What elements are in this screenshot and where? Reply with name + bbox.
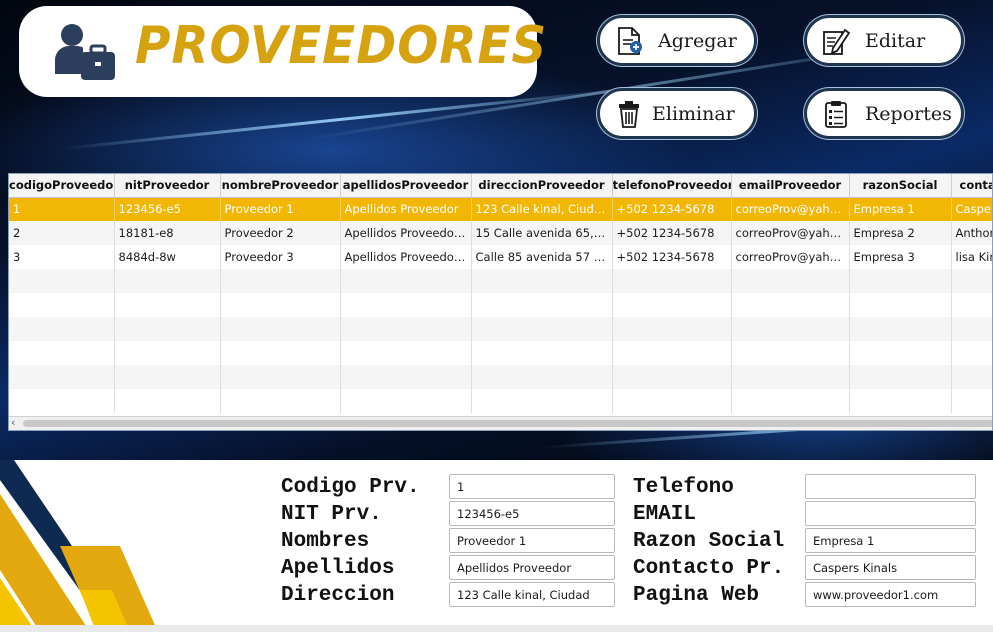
table-cell: +502 1234-5678 — [612, 221, 732, 245]
supplier-person-icon — [55, 24, 115, 80]
label-telefono: Telefono — [633, 476, 734, 499]
scroll-left-icon[interactable]: ‹ — [11, 416, 15, 429]
apellidos-field[interactable] — [449, 555, 615, 580]
table-row[interactable]: 3 8484d-8w Proveedor 3 Apellidos Proveed… — [9, 245, 992, 269]
column-header[interactable]: nombreProveedor — [220, 174, 341, 198]
edit-button[interactable]: Editar — [804, 15, 964, 66]
column-header[interactable]: apellidosProveedor — [340, 174, 472, 198]
table-cell: Calle 85 avenida 57 kinal — [471, 245, 613, 269]
table-cell: Apellidos Proveedor 1 — [340, 221, 472, 245]
table-cell: correoProv@yahoo.com — [731, 245, 850, 269]
empty-row — [9, 341, 992, 365]
column-header[interactable]: telefonoProveedor — [612, 174, 732, 198]
codigo-field[interactable] — [449, 474, 615, 499]
table-cell: 123 Calle kinal, Ciudad — [471, 197, 613, 221]
title-card: PROVEEDORES — [19, 6, 546, 97]
trash-icon — [619, 100, 639, 128]
suppliers-table[interactable]: codigoProveedor nitProveedor nombreProve… — [8, 173, 993, 431]
label-email: EMAIL — [633, 503, 697, 526]
label-razon-social: Razon Social — [633, 530, 785, 553]
edit-pencil-icon — [823, 28, 851, 55]
label-nit: NIT Prv. — [281, 503, 382, 526]
clipboard-report-icon — [825, 100, 847, 128]
table-row[interactable]: 2 18181-e8 Proveedor 2 Apellidos Proveed… — [9, 221, 992, 245]
table-cell: Empresa 3 — [849, 245, 952, 269]
label-nombres: Nombres — [281, 530, 370, 553]
table-cell: 123456-e5 — [114, 197, 221, 221]
nit-field[interactable] — [449, 501, 615, 526]
pagina-web-field[interactable] — [805, 582, 976, 607]
table-cell: 1 — [9, 197, 115, 221]
table-cell: 8484d-8w — [114, 245, 221, 269]
scrollbar-thumb[interactable] — [23, 420, 992, 427]
label-direccion: Direccion — [281, 584, 395, 607]
horizontal-scrollbar[interactable]: ‹ — [9, 416, 992, 430]
add-button[interactable]: Agregar — [597, 15, 757, 66]
reports-button[interactable]: Reportes — [804, 88, 964, 139]
label-codigo: Codigo Prv. — [281, 476, 420, 499]
email-field[interactable] — [805, 501, 976, 526]
label-contacto: Contacto Pr. — [633, 557, 785, 580]
page-title: PROVEEDORES — [135, 16, 548, 76]
telefono-field[interactable] — [805, 474, 976, 499]
direccion-field[interactable] — [449, 582, 615, 607]
edit-button-label: Editar — [865, 29, 926, 52]
delete-button-label: Eliminar — [652, 102, 735, 125]
razon-social-field[interactable] — [805, 528, 976, 553]
delete-button[interactable]: Eliminar — [597, 88, 757, 139]
table-cell: Proveedor 2 — [220, 221, 341, 245]
column-header[interactable]: emailProveedor — [731, 174, 850, 198]
label-pagina-web: Pagina Web — [633, 584, 760, 607]
bottom-strip — [0, 625, 993, 632]
table-cell: Empresa 2 — [849, 221, 952, 245]
column-header[interactable]: razonSocial — [849, 174, 952, 198]
table-cell: Apellidos Proveedor 2 — [340, 245, 472, 269]
empty-row — [9, 317, 992, 341]
column-header[interactable]: codigoProveedor — [9, 174, 115, 198]
table-cell: correoProv@yahoo.com — [731, 197, 850, 221]
table-cell: Anthony — [951, 221, 992, 245]
table-header-row: codigoProveedor nitProveedor nombreProve… — [9, 174, 992, 198]
column-header[interactable]: direccionProveedor — [471, 174, 613, 198]
table-cell: +502 1234-5678 — [612, 245, 732, 269]
table-cell: Empresa 1 — [849, 197, 952, 221]
table-cell: 2 — [9, 221, 115, 245]
empty-row — [9, 365, 992, 389]
nombres-field[interactable] — [449, 528, 615, 553]
column-header[interactable]: contactoProveedor — [951, 174, 992, 198]
add-button-label: Agregar — [658, 29, 737, 52]
table-row[interactable]: 1 123456-e5 Proveedor 1 Apellidos Provee… — [9, 197, 992, 221]
add-document-icon — [618, 26, 642, 55]
table-cell: +502 1234-5678 — [612, 197, 732, 221]
table-cell: Apellidos Proveedor — [340, 197, 472, 221]
table-cell: 18181-e8 — [114, 221, 221, 245]
contacto-field[interactable] — [805, 555, 976, 580]
reports-button-label: Reportes — [865, 102, 952, 125]
table-cell: Proveedor 3 — [220, 245, 341, 269]
table-cell: 3 — [9, 245, 115, 269]
table-cell: Caspers Kinals — [951, 197, 992, 221]
table-cell: Proveedor 1 — [220, 197, 341, 221]
empty-row — [9, 269, 992, 293]
empty-row — [9, 389, 992, 413]
decorative-stripes — [0, 460, 158, 632]
table-cell: 15 Calle avenida 65, Ciudad — [471, 221, 613, 245]
table-cell: lisa Kinal — [951, 245, 992, 269]
empty-row — [9, 293, 992, 317]
light-streak — [61, 88, 619, 151]
column-header[interactable]: nitProveedor — [114, 174, 221, 198]
label-apellidos: Apellidos — [281, 557, 395, 580]
table-cell: correoProv@yahoo.com — [731, 221, 850, 245]
